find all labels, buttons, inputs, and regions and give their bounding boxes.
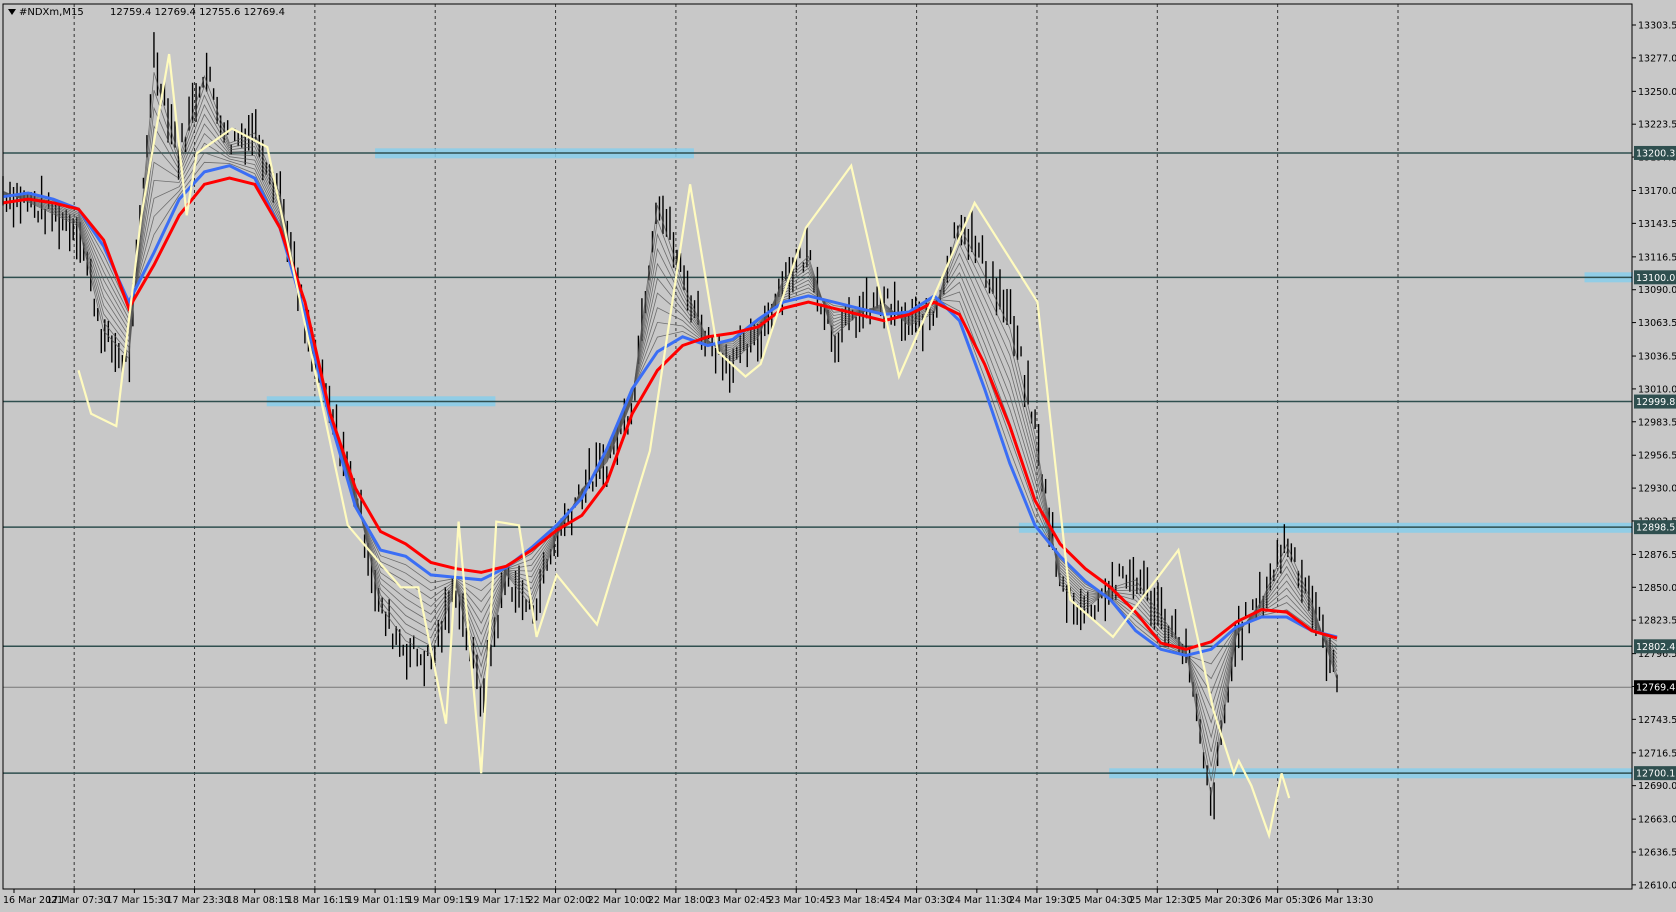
level-price-label: 12999.8 xyxy=(1636,397,1675,408)
x-tick-label: 19 Mar 01:15 xyxy=(347,895,410,906)
y-tick-label: 12743.5 xyxy=(1638,715,1676,726)
x-tick-label: 24 Mar 11:30 xyxy=(949,895,1012,906)
y-tick-label: 12850.0 xyxy=(1638,583,1676,594)
x-tick-label: 19 Mar 09:15 xyxy=(407,895,470,906)
x-tick-label: 17 Mar 07:30 xyxy=(46,895,109,906)
chart-area[interactable]: 12610.0 12636.5 12663.0 12690.0 12716.5 12743… xyxy=(0,0,1676,907)
x-tick-label: 17 Mar 23:30 xyxy=(167,895,230,906)
x-tick-label: 18 Mar 08:15 xyxy=(227,895,290,906)
y-tick-label: 13090.0 xyxy=(1638,285,1676,296)
x-tick-label: 23 Mar 02:45 xyxy=(708,895,771,906)
current-price-label: 12769.4 xyxy=(1636,683,1675,694)
price-chart[interactable]: 12610.0 12636.5 12663.0 12690.0 12716.5 12743… xyxy=(0,0,1676,907)
y-tick-label: 12823.5 xyxy=(1638,616,1676,627)
chart-header: #NDXm,M15 12759.4 12769.4 12755.6 12769.… xyxy=(8,7,285,18)
y-tick-label: 12930.0 xyxy=(1638,484,1676,495)
x-tick-label: 18 Mar 16:15 xyxy=(287,895,350,906)
x-tick-label: 25 Mar 12:30 xyxy=(1129,895,1192,906)
y-tick-label: 13277.0 xyxy=(1638,53,1676,64)
y-tick-label: 13303.5 xyxy=(1638,21,1676,32)
x-tick-label: 26 Mar 05:30 xyxy=(1250,895,1313,906)
y-tick-label: 12636.5 xyxy=(1638,848,1676,859)
y-tick-label: 12610.0 xyxy=(1638,880,1676,891)
x-tick-label: 22 Mar 02:00 xyxy=(528,895,591,906)
x-tick-label: 17 Mar 15:30 xyxy=(106,895,169,906)
level-price-label: 12802.4 xyxy=(1636,642,1675,653)
y-tick-label: 13036.5 xyxy=(1638,352,1676,363)
y-tick-label: 13250.0 xyxy=(1638,87,1676,98)
y-tick-label: 12956.5 xyxy=(1638,451,1676,462)
y-tick-label: 12690.0 xyxy=(1638,781,1676,792)
y-tick-label: 13010.0 xyxy=(1638,384,1676,395)
level-price-label: 12700.1 xyxy=(1636,769,1675,780)
price-axis: 12610.0 12636.5 12663.0 12690.0 12716.5 12743… xyxy=(1632,0,1676,907)
y-tick-label: 13116.5 xyxy=(1638,252,1676,263)
x-tick-label: 25 Mar 20:30 xyxy=(1189,895,1252,906)
x-tick-label: 24 Mar 19:30 xyxy=(1009,895,1072,906)
y-tick-label: 13223.5 xyxy=(1638,120,1676,131)
y-tick-label: 13170.0 xyxy=(1638,186,1676,197)
y-tick-label: 13143.5 xyxy=(1638,219,1676,230)
x-tick-label: 25 Mar 04:30 xyxy=(1069,895,1132,906)
x-tick-label: 26 Mar 13:30 xyxy=(1310,895,1373,906)
x-tick-label: 23 Mar 10:45 xyxy=(768,895,831,906)
y-tick-label: 12716.5 xyxy=(1638,748,1676,759)
x-tick-label: 24 Mar 03:30 xyxy=(889,895,952,906)
x-tick-label: 22 Mar 10:00 xyxy=(588,895,651,906)
level-price-label: 13200.3 xyxy=(1636,148,1675,159)
y-tick-label: 12663.0 xyxy=(1638,815,1676,826)
x-tick-label: 22 Mar 18:00 xyxy=(648,895,711,906)
level-price-label: 13100.0 xyxy=(1636,273,1675,284)
x-tick-label: 19 Mar 17:15 xyxy=(467,895,530,906)
y-tick-label: 13063.5 xyxy=(1638,318,1676,329)
y-tick-label: 12983.5 xyxy=(1638,417,1676,428)
x-tick-label: 23 Mar 18:45 xyxy=(828,895,891,906)
symbol-timeframe: #NDXm,M15 xyxy=(19,7,84,18)
ohlc-values: 12759.4 12769.4 12755.6 12769.4 xyxy=(110,7,285,18)
level-price-label: 12898.5 xyxy=(1636,523,1675,534)
y-tick-label: 12876.5 xyxy=(1638,550,1676,561)
